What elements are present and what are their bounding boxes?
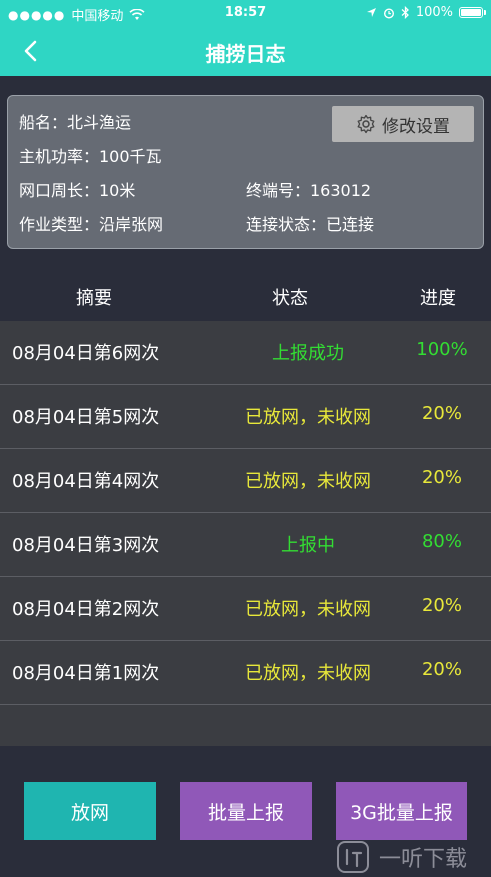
batch-report-3g-button[interactable]: 3G批量上报 xyxy=(336,782,467,840)
modify-settings-label: 修改设置 xyxy=(382,116,450,137)
row-summary: 08月04日第6网次 xyxy=(12,343,160,364)
modify-settings-button[interactable]: 修改设置 xyxy=(332,106,474,142)
row-progress: 100% xyxy=(416,339,468,360)
bluetooth-icon xyxy=(401,6,409,19)
status-right: 100% xyxy=(366,5,486,20)
table-row[interactable]: 08月04日第2网次 已放网，未收网 20% xyxy=(0,577,491,641)
navigation-bar: 捕捞日志 xyxy=(0,26,491,76)
ship-name: 船名：北斗渔运 xyxy=(19,113,132,132)
row-progress: 20% xyxy=(421,659,462,680)
watermark-logo-icon xyxy=(337,840,369,873)
row-progress: 20% xyxy=(421,403,462,424)
column-header-summary: 摘要 xyxy=(76,288,112,309)
connection-status: 连接状态：已连接 xyxy=(246,215,375,234)
row-progress: 20% xyxy=(421,467,462,488)
battery-icon xyxy=(459,7,486,18)
table-row[interactable]: 08月04日第6网次 上报成功 100% xyxy=(0,321,491,385)
row-status: 已放网，未收网 xyxy=(245,407,371,428)
row-progress: 20% xyxy=(421,595,462,616)
page-title: 捕捞日志 xyxy=(205,42,286,66)
column-header-status: 状态 xyxy=(272,288,308,309)
gear-icon xyxy=(357,114,375,134)
net-perimeter: 网口周长：10米 xyxy=(19,181,136,200)
terminal-number: 终端号：163012 xyxy=(246,181,372,200)
alarm-icon xyxy=(383,7,394,19)
row-summary: 08月04日第5网次 xyxy=(12,407,160,428)
row-status: 已放网，未收网 xyxy=(245,663,371,684)
row-summary: 08月04日第3网次 xyxy=(12,535,160,556)
row-status: 已放网，未收网 xyxy=(245,471,371,492)
row-summary: 08月04日第1网次 xyxy=(12,663,160,684)
vessel-info-card: 船名：北斗渔运 主机功率：100千瓦 网口周长：10米 终端号：163012 作… xyxy=(7,95,484,249)
work-type: 作业类型：沿岸张网 xyxy=(19,215,164,234)
battery-text: 100% xyxy=(415,5,453,20)
location-icon xyxy=(366,8,376,17)
status-bar: ●●●●● 中国移动 18:57 100% xyxy=(0,0,491,26)
row-summary: 08月04日第4网次 xyxy=(12,471,160,492)
batch-report-button[interactable]: 批量上报 xyxy=(180,782,312,840)
cast-net-button[interactable]: 放网 xyxy=(24,782,156,840)
watermark-text: 一听下载 xyxy=(379,846,468,872)
column-header-progress: 进度 xyxy=(420,288,456,309)
row-status: 上报成功 xyxy=(272,343,344,364)
table-row[interactable]: 08月04日第4网次 已放网，未收网 20% xyxy=(0,449,491,513)
row-status: 上报中 xyxy=(281,535,335,556)
table-row[interactable]: 08月04日第5网次 已放网，未收网 20% xyxy=(0,385,491,449)
watermark: 一听下载 xyxy=(335,836,491,877)
log-table: 08月04日第6网次 上报成功 100% 08月04日第5网次 已放网，未收网 … xyxy=(0,321,491,746)
table-row[interactable]: 08月04日第3网次 上报中 80% xyxy=(0,513,491,577)
engine-power: 主机功率：100千瓦 xyxy=(19,147,162,166)
row-summary: 08月04日第2网次 xyxy=(12,599,160,620)
row-progress: 80% xyxy=(421,531,462,552)
table-row[interactable]: 08月04日第1网次 已放网，未收网 20% xyxy=(0,641,491,705)
table-header: 摘要 状态 进度 xyxy=(0,280,491,314)
row-status: 已放网，未收网 xyxy=(245,599,371,620)
